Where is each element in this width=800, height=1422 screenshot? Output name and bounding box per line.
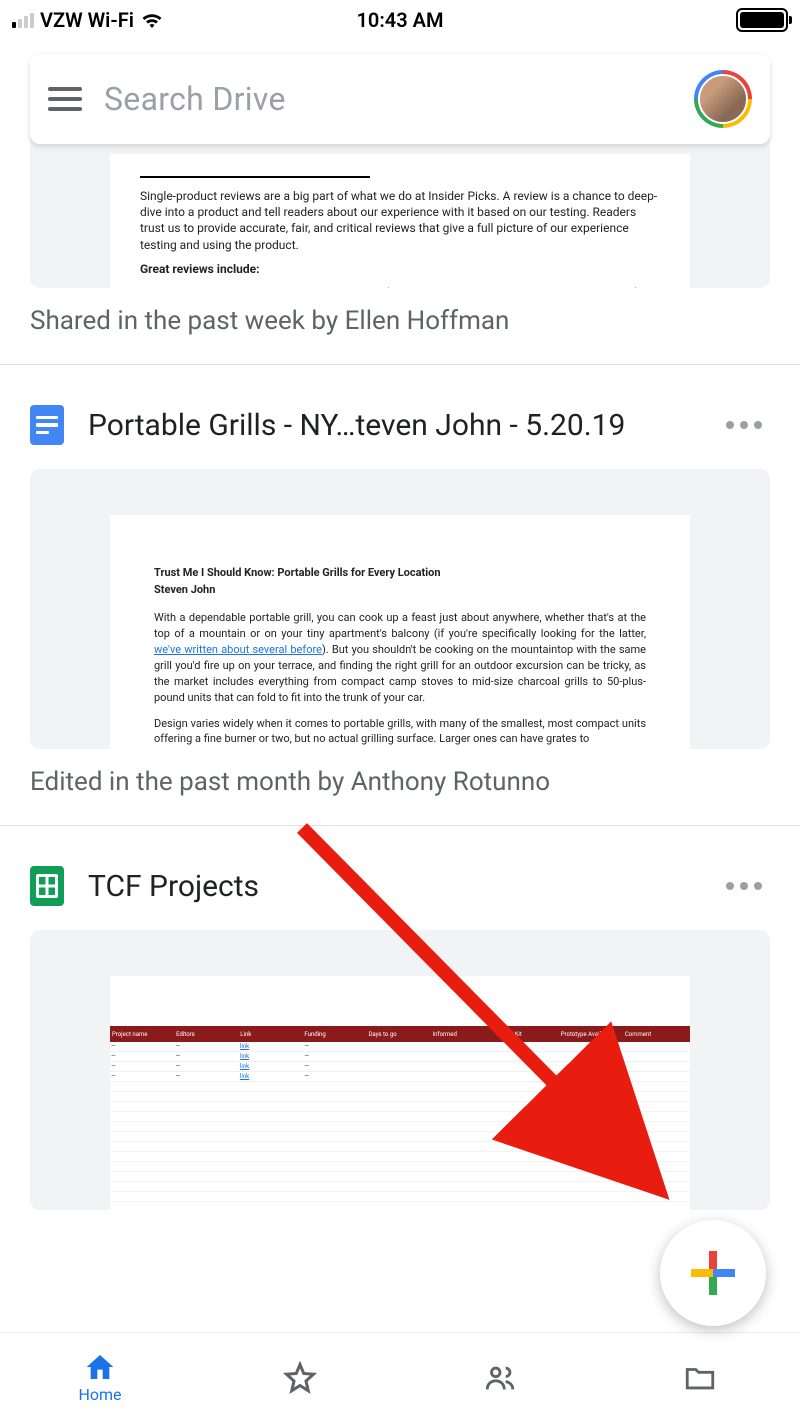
- file-title: TCF Projects: [88, 869, 694, 904]
- preview-heading: Great reviews include:: [140, 261, 660, 277]
- star-icon: [282, 1360, 318, 1396]
- google-sheets-icon: [30, 866, 64, 906]
- bottom-nav: Home: [0, 1332, 800, 1422]
- carrier-label: VZW Wi-Fi: [40, 8, 134, 32]
- more-options-button[interactable]: [718, 413, 770, 437]
- account-avatar[interactable]: [694, 70, 752, 128]
- nav-shared[interactable]: [400, 1333, 600, 1422]
- file-row[interactable]: Portable Grills - NY…teven John - 5.20.1…: [0, 365, 800, 469]
- preview-text: With a dependable portable grill, you ca…: [154, 610, 646, 706]
- preview-title: Trust Me I Should Know: Portable Grills …: [154, 565, 646, 581]
- file-row[interactable]: TCF Projects: [0, 826, 800, 930]
- search-bar[interactable]: Search Drive: [30, 54, 770, 144]
- nav-starred[interactable]: [200, 1333, 400, 1422]
- nav-files[interactable]: [600, 1333, 800, 1422]
- preview-text: Single-product reviews are a big part of…: [140, 188, 660, 253]
- sheet-rows: ——link— ——link— ——link— ——link—: [110, 1042, 690, 1082]
- search-input[interactable]: Search Drive: [104, 80, 672, 118]
- create-new-button[interactable]: [660, 1220, 766, 1326]
- clock: 10:43 AM: [357, 8, 444, 32]
- sheet-header: Project nameEditorsLinkFundingDays to go…: [110, 1026, 690, 1042]
- file-title: Portable Grills - NY…teven John - 5.20.1…: [88, 408, 694, 443]
- preview-author: Steven John: [154, 582, 646, 598]
- file-preview[interactable]: Single-product reviews are a big part of…: [30, 138, 770, 288]
- cell-signal-icon: [12, 13, 34, 28]
- file-preview[interactable]: Project nameEditorsLinkFundingDays to go…: [30, 930, 770, 1210]
- wifi-icon: [140, 10, 164, 30]
- menu-icon[interactable]: [48, 87, 82, 111]
- folder-icon: [680, 1361, 720, 1395]
- battery-icon: [736, 8, 788, 32]
- nav-home[interactable]: Home: [0, 1333, 200, 1422]
- preview-bullet: Key specifications readers need to know …: [168, 285, 660, 288]
- nav-label: Home: [78, 1385, 121, 1404]
- home-icon: [83, 1351, 117, 1383]
- more-options-button[interactable]: [718, 874, 770, 898]
- people-icon: [480, 1361, 520, 1395]
- preview-text: Design varies widely when it comes to po…: [154, 716, 646, 748]
- file-preview[interactable]: Trust Me I Should Know: Portable Grills …: [30, 469, 770, 749]
- google-docs-icon: [30, 405, 64, 445]
- file-meta: Shared in the past week by Ellen Hoffman: [30, 306, 770, 336]
- status-bar: VZW Wi-Fi 10:43 AM: [0, 0, 800, 40]
- file-meta: Edited in the past month by Anthony Rotu…: [30, 767, 770, 797]
- preview-link: we've written about several before: [154, 643, 322, 656]
- plus-icon: [691, 1251, 735, 1295]
